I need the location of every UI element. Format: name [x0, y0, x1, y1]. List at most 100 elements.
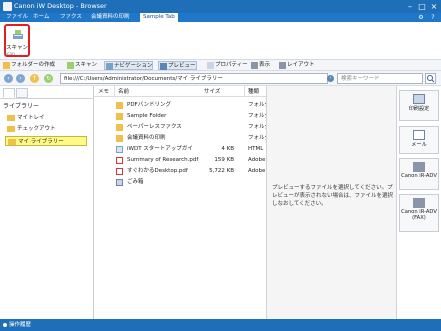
file-name: Sample Folder: [127, 113, 167, 119]
preview-label: プレビュー: [168, 63, 196, 69]
output-button-label: Canon iR-ADV: [401, 173, 437, 179]
tab-fax[interactable]: ファクス: [57, 13, 85, 22]
view-icon: [251, 62, 258, 69]
file-size: 4 KB: [221, 146, 234, 152]
column-name[interactable]: 名前: [118, 87, 129, 95]
tab-sample[interactable]: Sample Tab: [140, 13, 178, 22]
file-name: iWDT スタートアップガイ: [127, 146, 193, 152]
print-settings-button[interactable]: 印刷設定: [399, 90, 439, 121]
command-toolbar: フォルダーの作成 スキャン ナビゲーション プレビュー プロパティー 表示 レイ…: [0, 60, 441, 71]
mail-icon: [413, 130, 425, 140]
mail-button[interactable]: メール: [399, 126, 439, 154]
tab-meeting-print[interactable]: 会議資料の印刷: [88, 13, 133, 22]
file-type: Adobe: [248, 168, 266, 174]
output-button-label: Canon iR-ADV (FAX): [401, 209, 437, 221]
scan-toolbar-button[interactable]: スキャン: [66, 61, 97, 70]
tree-item-checkout[interactable]: チェックアウト: [5, 124, 87, 134]
go-button[interactable]: ›: [327, 75, 334, 82]
scan-icon: [67, 62, 74, 69]
file-name: 会議資料の印刷: [127, 135, 166, 141]
library-folder-icon: [8, 139, 16, 145]
tree-item-label: チェックアウト: [17, 126, 56, 132]
search-input[interactable]: 検索キーワード: [337, 73, 423, 84]
preview-icon: [160, 63, 167, 70]
view-menu-button[interactable]: 表示: [250, 61, 270, 70]
up-folder-button[interactable]: ↑: [30, 74, 39, 83]
forward-button[interactable]: ›: [16, 74, 25, 83]
library-pane: ライブラリー マイトレイ チェックアウト マイ ライブラリー: [0, 86, 94, 319]
copier-icon: [413, 162, 425, 172]
file-row[interactable]: ペーパーレスファクス フォルダ: [94, 122, 266, 133]
pane-tabs: [0, 87, 94, 99]
file-row[interactable]: Sample Folder フォルダ: [94, 111, 266, 122]
scan-ribbon-label: スキャン: [6, 45, 29, 51]
folder-icon: [116, 113, 123, 120]
ribbon-tabs: ファイル ホーム ファクス 会議資料の印刷 Sample Tab ⚙ ?: [0, 13, 441, 22]
column-divider: [244, 86, 245, 97]
output-bar: 印刷設定 メール Canon iR-ADV Canon iR-ADV (FAX): [396, 86, 441, 319]
properties-button[interactable]: プロパティー: [206, 61, 248, 70]
file-row[interactable]: ごみ箱: [94, 177, 266, 188]
navigation-label: ナビゲーション: [114, 63, 153, 69]
address-bar[interactable]: file:///C:/Users/Administrator/Documents…: [60, 73, 328, 84]
file-list-header: メモ 名前 サイズ 種類: [94, 86, 266, 97]
back-button[interactable]: ‹: [4, 74, 13, 83]
tab-file[interactable]: ファイル: [3, 13, 31, 22]
file-type: HTML: [248, 146, 264, 152]
close-button[interactable]: ×: [428, 1, 440, 12]
device-button-ir-adv[interactable]: Canon iR-ADV: [399, 158, 439, 190]
operation-history-label[interactable]: 操作履歴: [9, 322, 31, 328]
file-size: 159 KB: [214, 157, 234, 163]
file-type: フォルダ: [248, 135, 266, 141]
favorites-tab-icon[interactable]: [16, 88, 28, 98]
folder-add-icon: [3, 62, 10, 69]
column-memo[interactable]: メモ: [98, 87, 109, 95]
properties-icon: [207, 62, 214, 69]
navigation-toggle[interactable]: ナビゲーション: [104, 61, 154, 70]
tab-home[interactable]: ホーム: [30, 13, 52, 22]
scanner-icon: [13, 30, 23, 39]
ribbon-group-label: Scan: [4, 52, 15, 57]
column-size[interactable]: サイズ: [204, 87, 220, 95]
layout-icon: [279, 62, 286, 69]
trash-icon: [116, 179, 123, 186]
library-tab-icon[interactable]: [3, 88, 15, 98]
search-icon[interactable]: [425, 73, 436, 84]
maximize-button[interactable]: □: [416, 1, 428, 12]
tray-icon: [7, 115, 15, 121]
minimize-button[interactable]: –: [404, 1, 416, 12]
file-row[interactable]: すぐわかるDesktop.pdf 5,722 KB Adobe: [94, 166, 266, 177]
file-size: 5,722 KB: [209, 168, 234, 174]
settings-icon[interactable]: ⚙: [417, 14, 425, 21]
file-row[interactable]: 会議資料の印刷 フォルダ: [94, 133, 266, 144]
new-folder-label: フォルダーの作成: [11, 62, 56, 68]
file-row[interactable]: PDFバンドリング フォルダ: [94, 100, 266, 111]
new-folder-button[interactable]: フォルダーの作成: [2, 61, 55, 70]
file-row[interactable]: iWDT スタートアップガイ 4 KB HTML: [94, 144, 266, 155]
file-type: Adobe: [248, 157, 266, 163]
file-type: フォルダ: [248, 124, 266, 130]
folder-icon: [116, 102, 123, 109]
layout-menu-button[interactable]: レイアウト: [278, 61, 315, 70]
preview-toggle[interactable]: プレビュー: [158, 61, 197, 70]
folder-icon: [116, 124, 123, 131]
file-name: PDFバンドリング: [127, 102, 171, 108]
tree-item-my-library[interactable]: マイ ライブラリー: [5, 136, 87, 146]
file-name: ペーパーレスファクス: [127, 124, 182, 130]
tree-item-label: マイトレイ: [17, 115, 45, 121]
help-icon[interactable]: ?: [429, 14, 437, 21]
column-divider: [114, 86, 115, 97]
file-name: すぐわかるDesktop.pdf: [127, 168, 188, 174]
navigation-icon: [106, 63, 113, 70]
status-indicator-icon: [3, 323, 7, 327]
view-label: 表示: [259, 62, 271, 68]
tree-item-my-tray[interactable]: マイトレイ: [5, 113, 87, 123]
file-type: フォルダ: [248, 113, 266, 119]
refresh-button[interactable]: ↻: [44, 74, 53, 83]
column-type[interactable]: 種類: [248, 87, 259, 95]
device-button-ir-adv-fax[interactable]: Canon iR-ADV (FAX): [399, 194, 439, 232]
fax-copier-icon: [413, 198, 425, 208]
properties-label: プロパティー: [215, 62, 248, 68]
preview-message: プレビューするファイルを選択してください。プレビューが表示されない場合は、ファイ…: [272, 185, 394, 207]
file-row[interactable]: Summary of Research.pdf 159 KB Adobe: [94, 155, 266, 166]
